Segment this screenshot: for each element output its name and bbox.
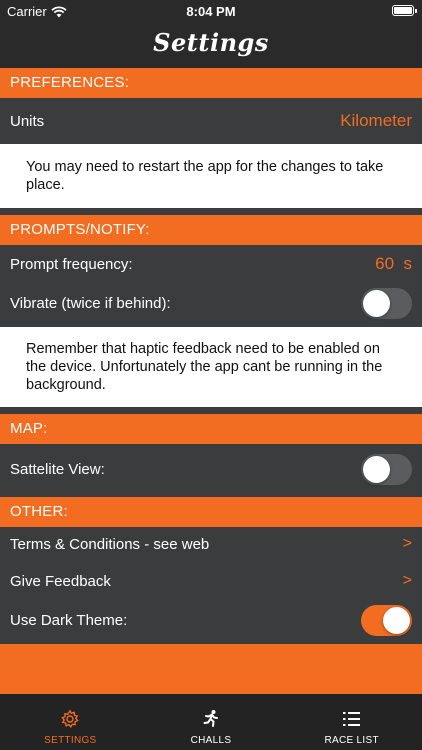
feedback-label: Give Feedback: [10, 572, 111, 590]
vibrate-toggle[interactable]: [361, 287, 412, 319]
tab-challs[interactable]: CHALLS: [141, 694, 282, 750]
gear-icon: [61, 709, 80, 729]
tab-race-list-label: RACE LIST: [324, 735, 379, 746]
chevron-right-icon: >: [402, 572, 412, 589]
dark-theme-label: Use Dark Theme:: [10, 611, 128, 629]
vibrate-label: Vibrate (twice if behind):: [10, 294, 171, 312]
status-time: 8:04 PM: [186, 4, 236, 19]
prompt-frequency-row[interactable]: Prompt frequency: 60 s: [0, 245, 422, 283]
satellite-view-row: Sattelite View:: [0, 444, 422, 494]
tab-settings-label: SETTINGS: [44, 735, 97, 746]
terms-row[interactable]: Terms & Conditions - see web >: [0, 527, 422, 561]
battery-icon: [392, 5, 417, 16]
units-label: Units: [10, 112, 45, 130]
prompt-frequency-value[interactable]: 60 s: [375, 254, 412, 274]
satellite-view-toggle[interactable]: [361, 453, 412, 485]
terms-label: Terms & Conditions - see web: [10, 535, 210, 553]
tab-challs-label: CHALLS: [190, 735, 232, 746]
toggle-knob: [383, 606, 410, 634]
section-header-map: MAP:: [0, 414, 422, 444]
haptic-note: Remember that haptic feedback need to be…: [0, 327, 422, 407]
chevron-right-icon: >: [402, 535, 412, 552]
dark-theme-row: Use Dark Theme:: [0, 600, 422, 640]
tab-bar: SETTINGS CHALLS RACE LIST: [0, 694, 422, 750]
runner-icon: [203, 710, 218, 727]
vibrate-row: Vibrate (twice if behind):: [0, 283, 422, 323]
feedback-row[interactable]: Give Feedback >: [0, 562, 422, 600]
toggle-knob: [363, 289, 390, 317]
tab-settings[interactable]: SETTINGS: [0, 694, 141, 750]
footer-band: [0, 644, 422, 694]
prompt-frequency-label: Prompt frequency:: [10, 255, 133, 273]
toggle-knob: [363, 455, 390, 483]
units-row[interactable]: Units Kilometer: [0, 98, 422, 144]
dark-theme-toggle[interactable]: [361, 604, 412, 636]
satellite-view-label: Sattelite View:: [10, 460, 105, 478]
section-header-preferences: PREFERENCES:: [0, 68, 422, 98]
tab-race-list[interactable]: RACE LIST: [281, 694, 422, 750]
page-title: Settings: [153, 28, 269, 57]
list-icon: [342, 712, 360, 726]
restart-note: You may need to restart the app for the …: [0, 144, 422, 208]
navigation-bar: Settings: [0, 24, 422, 68]
section-header-prompts: PROMPTS/NOTIFY:: [0, 215, 422, 245]
section-header-other: OTHER:: [0, 497, 422, 527]
units-value[interactable]: Kilometer: [340, 111, 412, 131]
status-bar: Carrier 8:04 PM: [0, 0, 422, 24]
